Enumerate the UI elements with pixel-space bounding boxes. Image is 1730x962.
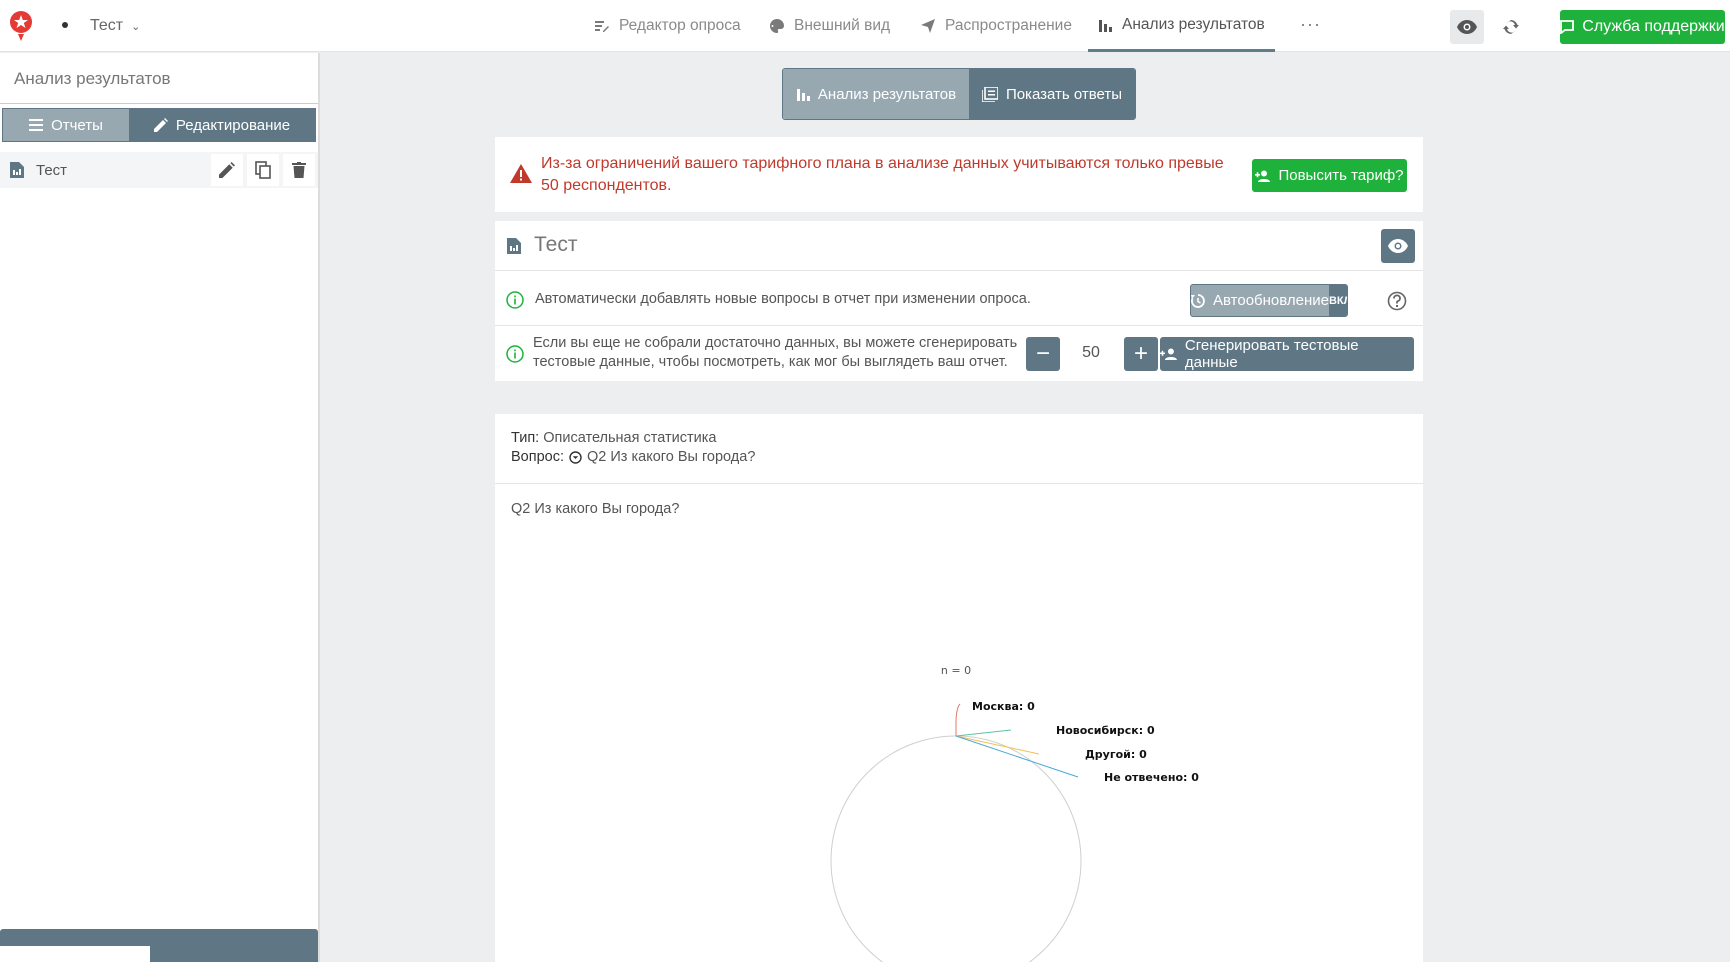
report-list-item[interactable]: Тест — [0, 152, 318, 188]
slice-label-1: Москва: 0 — [972, 700, 1035, 713]
sync-button[interactable] — [1494, 10, 1528, 44]
report-title: Тест — [534, 233, 578, 256]
warning-text: Из-за ограничений вашего тарифного плана… — [541, 155, 1224, 194]
upgrade-label: Повысить тариф? — [1278, 167, 1404, 184]
sync-icon — [1503, 20, 1519, 34]
help-icon[interactable] — [1387, 291, 1407, 311]
palette-icon — [770, 19, 784, 33]
survey-name: Тест — [90, 17, 124, 34]
plan-limit-warning: Из-за ограничений вашего тарифного плана… — [495, 137, 1423, 212]
chart-n-label: n = 0 — [941, 664, 971, 677]
switch-label: Анализ результатов — [817, 85, 957, 103]
tab-label: Анализ результатов — [1122, 15, 1265, 33]
pencil-icon — [153, 118, 168, 132]
bar-chart-icon — [796, 89, 810, 101]
answers-list-icon — [981, 86, 998, 102]
increase-count-button[interactable]: + — [1124, 337, 1158, 371]
report-name: Тест — [36, 161, 68, 179]
report-settings-card: Тест Автоматически добавлять новые вопро… — [495, 221, 1423, 381]
survey-selector[interactable]: Тест ⌄ — [90, 17, 140, 35]
app-logo-icon[interactable] — [8, 10, 34, 42]
info-icon — [506, 291, 524, 309]
test-data-row: Если вы еще не собрали достаточно данных… — [495, 327, 1423, 381]
preview-button[interactable] — [1450, 10, 1484, 44]
question-chart-card: Тип: Описательная статистика Вопрос: Q2 … — [495, 414, 1423, 962]
test-data-text: Если вы еще не собрали достаточно данных… — [533, 334, 1017, 372]
warning-icon — [510, 164, 532, 183]
add-user-icon — [1255, 170, 1271, 182]
report-document-icon — [10, 162, 24, 178]
test-data-text-line-1: Если вы еще не собрали достаточно данных… — [533, 335, 1018, 351]
report-header: Тест — [495, 221, 1423, 271]
top-bar: Тест ⌄ Редактор опроса Внешний вид Распр… — [0, 0, 1730, 52]
tab-label: Внешний вид — [794, 17, 891, 34]
copy-icon — [255, 161, 271, 179]
footer-overlay — [0, 946, 150, 962]
auto-update-toggle[interactable]: Автообновление ВКЛ — [1190, 284, 1348, 317]
report-preview-button[interactable] — [1381, 229, 1415, 263]
tab-appearance[interactable]: Внешний вид — [770, 0, 890, 52]
delete-report-button[interactable] — [283, 154, 315, 186]
generate-test-data-button[interactable]: Сгенерировать тестовые данные — [1160, 337, 1414, 371]
test-data-text-line-2: тестовые данные, чтобы посмотреть, как м… — [533, 354, 1008, 370]
support-button[interactable]: Служба поддержки — [1560, 10, 1725, 44]
switch-label: Показать ответы — [1005, 85, 1123, 103]
more-menu-button[interactable]: ··· — [1300, 14, 1321, 35]
chat-icon — [1560, 20, 1575, 34]
results-view-switch: Анализ результатов Показать ответы — [782, 68, 1136, 120]
leader-line-4 — [955, 735, 1079, 778]
slice-label-4: Не отвечено: 0 — [1104, 771, 1199, 784]
test-data-count[interactable]: 50 — [1072, 344, 1110, 362]
tab-label: Распространение — [945, 17, 1072, 34]
auto-update-text: Автоматически добавлять новые вопросы в … — [535, 291, 1031, 307]
copy-report-button[interactable] — [247, 154, 279, 186]
history-icon — [1191, 293, 1205, 308]
eye-icon — [1457, 20, 1477, 34]
pie-slice-empty — [830, 735, 1082, 962]
trash-icon — [292, 162, 306, 178]
pie-chart: n = 0 Москва: 0 Новосибирск: 0 Другой: 0 Не … — [830, 664, 1199, 962]
tab-label: Редактор опроса — [619, 17, 741, 34]
users-icon — [1160, 348, 1177, 360]
switch-show-answers[interactable]: Показать ответы — [969, 69, 1135, 119]
leader-line-1 — [955, 703, 961, 736]
tab-reports[interactable]: Отчеты — [3, 109, 129, 141]
bar-chart-icon — [1099, 19, 1112, 32]
divider — [0, 103, 318, 104]
sidebar-segmented-control: Отчеты Редактирование — [2, 108, 316, 142]
chevron-down-icon: ⌄ — [131, 20, 141, 33]
sidebar-title: Анализ результатов — [14, 69, 171, 88]
auto-update-label: Автообновление — [1213, 292, 1329, 309]
status-dot — [62, 22, 68, 28]
upgrade-plan-button[interactable]: Повысить тариф? — [1252, 159, 1407, 192]
tab-editing[interactable]: Редактирование — [129, 109, 315, 141]
eye-icon — [1388, 239, 1408, 253]
leader-line-2 — [955, 729, 1012, 737]
sidebar-footer-button[interactable] — [0, 929, 318, 962]
edit-list-icon — [595, 21, 609, 32]
sidebar: Анализ результатов Отчеты Редактирование… — [0, 53, 320, 962]
generate-label: Сгенерировать тестовые данные — [1184, 337, 1359, 371]
slice-label-2: Новосибирск: 0 — [1056, 724, 1155, 737]
menu-icon — [29, 119, 44, 131]
auto-update-state: ВКЛ — [1328, 285, 1347, 316]
support-label: Служба поддержки — [1582, 18, 1725, 35]
rename-report-button[interactable] — [211, 154, 243, 186]
send-icon — [921, 19, 935, 33]
auto-update-label-wrap: Автообновление — [1191, 292, 1329, 309]
tab-label: Отчеты — [51, 116, 103, 134]
report-document-icon — [507, 238, 521, 254]
decrease-count-button[interactable]: − — [1026, 337, 1060, 371]
leader-line-3 — [955, 735, 1040, 755]
tab-label: Редактирование — [175, 116, 291, 134]
slice-label-3: Другой: 0 — [1085, 748, 1147, 761]
pencil-icon — [219, 162, 235, 178]
auto-update-row: Автоматически добавлять новые вопросы в … — [495, 272, 1423, 326]
tab-distribution[interactable]: Распространение — [921, 0, 1072, 52]
info-icon — [506, 345, 524, 363]
switch-analysis[interactable]: Анализ результатов — [783, 69, 969, 119]
tab-results-analysis[interactable]: Анализ результатов — [1088, 0, 1275, 52]
tab-survey-editor[interactable]: Редактор опроса — [595, 0, 741, 52]
